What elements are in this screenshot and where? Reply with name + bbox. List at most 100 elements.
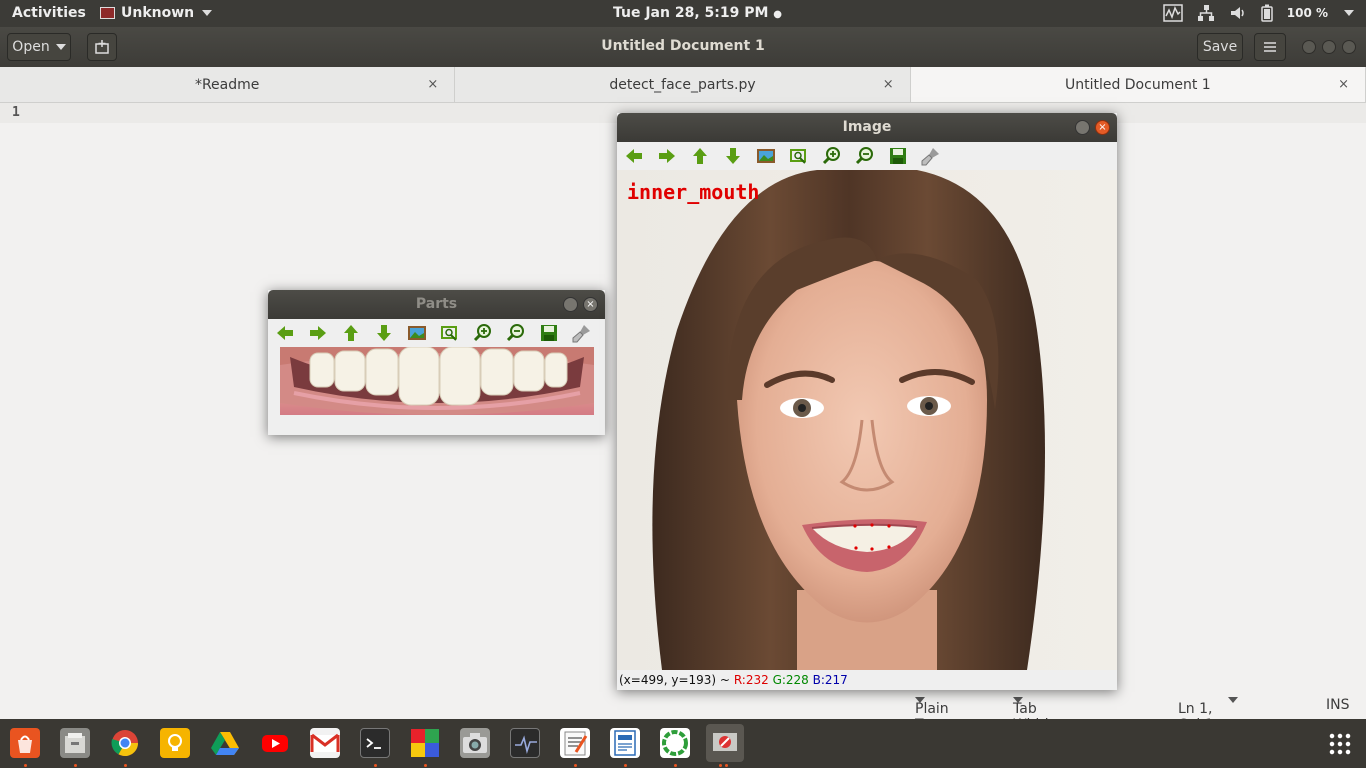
zoom-in-icon[interactable] — [472, 322, 494, 344]
close-button[interactable]: × — [583, 297, 598, 312]
zoom-in-icon[interactable] — [821, 145, 843, 167]
text-editor-icon[interactable] — [560, 728, 590, 758]
up-arrow-icon[interactable] — [689, 145, 711, 167]
image-icon[interactable] — [406, 322, 428, 344]
dock — [0, 719, 1366, 768]
save-button[interactable]: Save — [1197, 33, 1243, 61]
red-value: R:232 — [733, 673, 769, 687]
tab-label: detect_face_parts.py — [609, 77, 756, 93]
software-center-icon[interactable] — [10, 728, 40, 758]
pixel-info: (x=499, y=193) ~ R:232 G:228 B:217 — [619, 673, 848, 687]
minimize-button[interactable] — [1302, 40, 1316, 54]
left-arrow-icon[interactable] — [274, 322, 296, 344]
language-selector[interactable]: Plain Text — [915, 697, 949, 733]
blue-value: B:217 — [812, 673, 848, 687]
hamburger-menu-button[interactable] — [1254, 33, 1286, 61]
system-monitor-icon[interactable] — [1163, 4, 1183, 22]
left-arrow-icon[interactable] — [623, 145, 645, 167]
minimize-button[interactable] — [1075, 120, 1090, 135]
cursor-position-selector[interactable]: Ln 1, Col 1 — [1178, 697, 1238, 733]
brush-icon[interactable] — [920, 145, 942, 167]
battery-percent: 100 % — [1286, 6, 1328, 20]
notification-dot-icon: ● — [773, 9, 783, 20]
close-button[interactable]: × — [1095, 120, 1110, 135]
chevron-down-icon — [55, 44, 66, 50]
zoom-fit-icon[interactable] — [439, 322, 461, 344]
save-icon[interactable] — [538, 322, 560, 344]
top-panel: Activities Unknown Tue Jan 28, 5:19 PM ●… — [0, 0, 1366, 27]
image-titlebar[interactable]: Image × — [617, 113, 1117, 142]
close-tab-icon[interactable]: × — [1338, 67, 1349, 103]
gmail-icon[interactable] — [310, 728, 340, 758]
tab-readme[interactable]: *Readme × — [0, 67, 456, 103]
maximize-button[interactable] — [1322, 40, 1336, 54]
chrome-icon[interactable] — [110, 728, 140, 758]
down-arrow-icon[interactable] — [722, 145, 744, 167]
terminal-icon[interactable] — [360, 728, 390, 758]
image-window-title: Image — [842, 119, 892, 135]
file-manager-icon[interactable] — [60, 728, 90, 758]
insert-mode[interactable]: INS — [1326, 697, 1350, 713]
network-icon[interactable] — [1197, 4, 1215, 22]
camera-icon[interactable] — [460, 728, 490, 758]
sync-icon[interactable] — [660, 728, 690, 758]
image-viewport[interactable]: inner_mouth — [617, 170, 1117, 670]
right-arrow-icon[interactable] — [307, 322, 329, 344]
clock-label: Tue Jan 28, 5:19 PM — [613, 5, 769, 21]
right-arrow-icon[interactable] — [656, 145, 678, 167]
face-part-label: inner_mouth — [627, 180, 760, 204]
image-window[interactable]: Image × inner_mouth (x=499, y=193) ~ R:2… — [617, 113, 1117, 690]
open-button[interactable]: Open — [7, 33, 71, 61]
window-manager-icon[interactable] — [410, 728, 440, 758]
system-tray[interactable]: 100 % — [1163, 4, 1354, 22]
parts-titlebar[interactable]: Parts × — [268, 290, 605, 319]
close-tab-icon[interactable]: × — [883, 67, 894, 103]
battery-icon[interactable] — [1261, 4, 1273, 22]
app-menu[interactable]: Unknown — [100, 5, 213, 21]
tab-width-selector[interactable]: Tab Width: 10 — [1013, 697, 1058, 749]
gedit-headerbar: Open Untitled Document 1 Save — [0, 27, 1366, 67]
image-icon[interactable] — [755, 145, 777, 167]
zoom-fit-icon[interactable] — [788, 145, 810, 167]
tab-label: *Readme — [194, 77, 260, 93]
down-arrow-icon[interactable] — [373, 322, 395, 344]
mouth-crop-image — [280, 347, 594, 415]
status-bar: Plain Text Tab Width: 10 Ln 1, Col 1 INS — [0, 693, 1366, 749]
google-drive-icon[interactable] — [210, 728, 240, 758]
writer-icon[interactable] — [610, 728, 640, 758]
tab-untitled-document[interactable]: Untitled Document 1 × — [910, 67, 1366, 103]
save-button-label: Save — [1202, 39, 1238, 55]
chevron-down-icon — [202, 10, 213, 16]
parts-window[interactable]: Parts × — [268, 290, 605, 435]
parts-image[interactable] — [280, 347, 594, 415]
new-tab-button[interactable] — [87, 33, 117, 61]
parts-window-title: Parts — [415, 296, 458, 312]
line-number: 1 — [12, 105, 20, 120]
clock[interactable]: Tue Jan 28, 5:19 PM ● — [613, 5, 782, 21]
activities-button[interactable]: Activities — [12, 5, 86, 21]
system-monitor-icon[interactable] — [510, 728, 540, 758]
keep-icon[interactable] — [160, 728, 190, 758]
system-menu-chevron-icon[interactable] — [1344, 10, 1354, 16]
pixel-coords: (x=499, y=193) ~ — [619, 673, 730, 687]
brush-icon[interactable] — [571, 322, 593, 344]
tab-detect-face-parts[interactable]: detect_face_parts.py × — [455, 67, 911, 103]
up-arrow-icon[interactable] — [340, 322, 362, 344]
window-title: Untitled Document 1 — [601, 38, 765, 54]
minimize-button[interactable] — [563, 297, 578, 312]
volume-icon[interactable] — [1229, 4, 1247, 22]
zoom-out-icon[interactable] — [505, 322, 527, 344]
zoom-out-icon[interactable] — [854, 145, 876, 167]
youtube-icon[interactable] — [260, 728, 290, 758]
menu-icon — [1264, 42, 1276, 52]
show-applications-icon[interactable] — [1328, 732, 1352, 756]
green-value: G:228 — [772, 673, 809, 687]
save-icon[interactable] — [887, 145, 909, 167]
python-app-icon[interactable] — [706, 724, 744, 762]
close-tab-icon[interactable]: × — [427, 67, 438, 103]
close-button[interactable] — [1342, 40, 1356, 54]
parts-toolbar — [268, 319, 605, 347]
new-document-icon — [95, 40, 109, 54]
face-photo — [617, 170, 1117, 670]
open-button-label: Open — [12, 39, 50, 55]
